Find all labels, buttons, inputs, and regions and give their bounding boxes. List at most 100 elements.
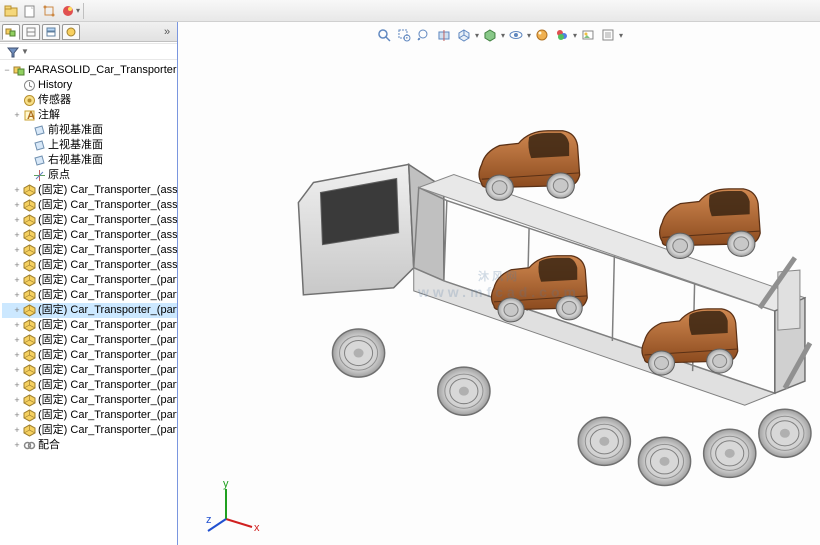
twist-icon[interactable]: + [12, 273, 22, 288]
twist-icon[interactable]: + [12, 348, 22, 363]
tree-label: 上视基准面 [48, 138, 103, 153]
config-tab[interactable] [22, 24, 40, 40]
tree-item[interactable]: +配合 [2, 438, 177, 453]
mates-icon [22, 439, 36, 453]
tree-label: (固定) Car_Transporter_(part13)<1 [38, 303, 177, 318]
svg-text:x: x [254, 522, 260, 534]
part-icon [22, 319, 36, 333]
folder-icon[interactable] [2, 2, 20, 20]
twist-icon[interactable]: + [12, 393, 22, 408]
tree-label: (固定) Car_Transporter_(assembled [38, 258, 177, 273]
sidebar-toolbar: ▾ [0, 0, 820, 22]
tree-label: (固定) Car_Transporter_(assembled [38, 228, 177, 243]
feature-tree[interactable]: − PARASOLID_Car_Transporter (默认<显History传… [0, 61, 177, 545]
tree-label: 前视基准面 [48, 123, 103, 138]
twist-icon[interactable]: + [12, 198, 22, 213]
tree-item[interactable]: +(固定) Car_Transporter_(part30)<3 [2, 348, 177, 363]
part-icon [22, 409, 36, 423]
tree-item[interactable]: 上视基准面 [2, 138, 177, 153]
triad[interactable]: x y z [206, 481, 260, 535]
tree-item[interactable]: History [2, 78, 177, 93]
tree-item[interactable]: 前视基准面 [2, 123, 177, 138]
chevron-down-icon: ▼ [21, 47, 29, 56]
twist-icon[interactable]: + [12, 408, 22, 423]
twist-icon[interactable]: + [12, 228, 22, 243]
tree-item[interactable]: + (固定) Car_Transporter_(part30)<7 [2, 408, 177, 423]
tree-item[interactable]: + (固定) Car_Transporter_(assembled [2, 183, 177, 198]
color-icon[interactable] [59, 2, 77, 20]
model-scene [178, 22, 820, 545]
display-tab[interactable] [62, 24, 80, 40]
twist-icon[interactable]: + [12, 303, 22, 318]
tree-item[interactable]: + (固定) Car_Transporter_(part13)<1 [2, 303, 177, 318]
history-icon [22, 79, 36, 93]
pin-icon[interactable]: » [159, 26, 175, 38]
twist-icon[interactable]: − [2, 63, 12, 78]
plane-icon [32, 154, 46, 168]
twist-icon[interactable]: + [12, 423, 22, 438]
separator [83, 3, 84, 19]
tree-item[interactable]: +A注解 [2, 108, 177, 123]
tree-item[interactable]: +(固定) Car_Transporter_(part18)<2 [2, 288, 177, 303]
svg-text:y: y [223, 481, 229, 490]
tree-item[interactable]: + (固定) Car_Transporter_(assembled [2, 198, 177, 213]
twist-icon[interactable]: + [12, 108, 22, 123]
svg-text:z: z [206, 514, 212, 526]
tree-label: (固定) Car_Transporter_(assembled [38, 198, 177, 213]
tree-label: 传感器 [38, 93, 71, 108]
sketch-icon[interactable] [40, 2, 58, 20]
part-icon [22, 304, 36, 318]
twist-icon[interactable]: + [12, 183, 22, 198]
assembly-tab[interactable] [2, 24, 20, 40]
tree-item[interactable]: +(固定) Car_Transporter_(assembled [2, 213, 177, 228]
twist-icon[interactable]: + [12, 288, 22, 303]
tree-item[interactable]: + (固定) Car_Transporter_(assembled [2, 228, 177, 243]
new-icon[interactable] [21, 2, 39, 20]
part-icon [22, 214, 36, 228]
svg-text:A: A [27, 110, 35, 122]
main-area: » ▼ − PARASOLID_Car_Transporter (默认<显Hist… [0, 22, 820, 545]
tree-item[interactable]: + (固定) Car_Transporter_(assembled [2, 258, 177, 273]
twist-icon[interactable]: + [12, 243, 22, 258]
sidebar-tabs: » [0, 22, 177, 42]
tree-item[interactable]: +(固定) Car_Transporter_(part30)<2 [2, 333, 177, 348]
tree-label: (固定) Car_Transporter_(part18)<1 [38, 273, 177, 288]
tree-item[interactable]: + (固定) Car_Transporter_(part18)<1 [2, 273, 177, 288]
part-icon [22, 424, 36, 438]
twist-icon[interactable]: + [12, 258, 22, 273]
chevron-down-icon[interactable]: ▾ [76, 6, 80, 15]
twist-icon[interactable]: + [12, 333, 22, 348]
tree-item[interactable]: 右视基准面 [2, 153, 177, 168]
tree-root[interactable]: − PARASOLID_Car_Transporter (默认<显 [2, 63, 177, 78]
tree-item[interactable]: + (固定) Car_Transporter_(part30)<6 [2, 393, 177, 408]
part-icon [22, 229, 36, 243]
twist-icon[interactable]: + [12, 378, 22, 393]
tree-label: 原点 [48, 168, 70, 183]
property-tab[interactable] [42, 24, 60, 40]
part-icon [22, 184, 36, 198]
part-icon [22, 289, 36, 303]
part-icon [22, 394, 36, 408]
filter-icon [6, 45, 20, 59]
tree-label: (固定) Car_Transporter_(part30)<6 [38, 393, 177, 408]
filter-row[interactable]: ▼ [0, 43, 177, 60]
annotation-icon: A [22, 109, 36, 123]
tree-item[interactable]: + (固定) Car_Transporter_(part30)<8 [2, 423, 177, 438]
tree-label: PARASOLID_Car_Transporter (默认<显 [28, 63, 177, 78]
viewport[interactable]: ▾ ▾ ▾ ▾ ▾ [178, 22, 820, 545]
tree-item[interactable]: 传感器 [2, 93, 177, 108]
part-icon [22, 274, 36, 288]
twist-icon[interactable]: + [12, 318, 22, 333]
tree-label: (固定) Car_Transporter_(part30)<7 [38, 408, 177, 423]
tree-label: (固定) Car_Transporter_(part30)<1 [38, 318, 177, 333]
twist-icon[interactable]: + [12, 438, 22, 453]
twist-icon[interactable]: + [12, 213, 22, 228]
tree-item[interactable]: +(固定) Car_Transporter_(assembled [2, 243, 177, 258]
twist-icon[interactable]: + [12, 363, 22, 378]
tree-label: (固定) Car_Transporter_(assembled [38, 183, 177, 198]
tree-item[interactable]: +(固定) Car_Transporter_(part30)<4 [2, 363, 177, 378]
tree-label: (固定) Car_Transporter_(part30)<8 [38, 423, 177, 438]
tree-item[interactable]: + (固定) Car_Transporter_(part30)<1 [2, 318, 177, 333]
tree-item[interactable]: +(固定) Car_Transporter_(part30)<5 [2, 378, 177, 393]
tree-item[interactable]: 原点 [2, 168, 177, 183]
